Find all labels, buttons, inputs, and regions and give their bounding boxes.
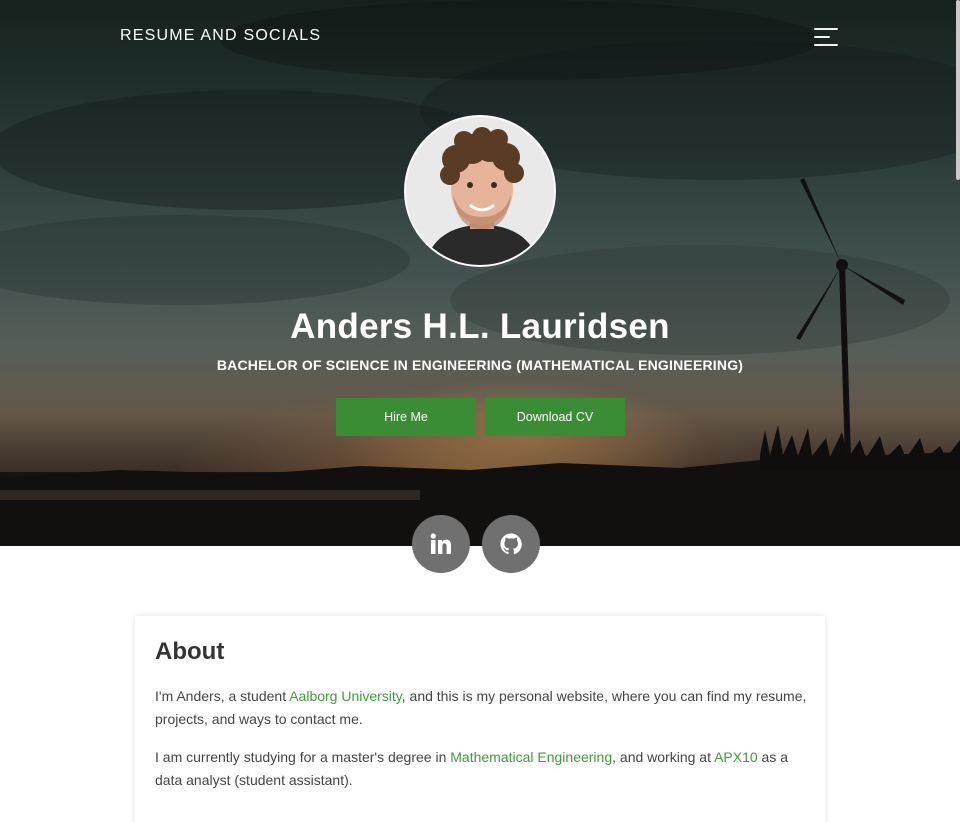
scrollbar-thumb[interactable] bbox=[956, 0, 960, 180]
apx10-link[interactable]: APX10 bbox=[714, 749, 758, 765]
profile-photo bbox=[406, 117, 554, 265]
github-icon bbox=[500, 533, 522, 555]
profile-avatar bbox=[404, 115, 556, 267]
hamburger-line bbox=[814, 36, 830, 38]
about-heading: About bbox=[155, 638, 225, 665]
text: , and working at bbox=[612, 749, 715, 765]
site-brand[interactable]: RESUME AND SOCIALS bbox=[120, 27, 321, 45]
linkedin-icon bbox=[430, 533, 451, 554]
download-cv-button[interactable]: Download CV bbox=[485, 398, 625, 436]
about-card: About I'm Anders, a student Aalborg Univ… bbox=[135, 616, 825, 822]
about-paragraph-2: I am currently studying for a master's d… bbox=[155, 746, 810, 792]
hamburger-line bbox=[814, 44, 838, 46]
about-paragraph-1: I'm Anders, a student Aalborg University… bbox=[155, 685, 810, 731]
mathematical-engineering-link[interactable]: Mathematical Engineering bbox=[450, 749, 612, 765]
text: I am currently studying for a master's d… bbox=[155, 749, 451, 765]
hero-banner: RESUME AND SOCIALS Anders H.L. Lauridsen… bbox=[0, 0, 960, 546]
degree-subtitle: BACHELOR OF SCIENCE IN ENGINEERING (MATH… bbox=[216, 357, 744, 373]
text: I'm Anders, a student bbox=[155, 688, 290, 704]
aalborg-university-link[interactable]: Aalborg University bbox=[289, 688, 402, 704]
menu-toggle-button[interactable] bbox=[814, 27, 840, 49]
page-title: Anders H.L. Lauridsen bbox=[290, 307, 670, 346]
github-button[interactable] bbox=[482, 515, 540, 573]
linkedin-button[interactable] bbox=[412, 515, 470, 573]
hero-overlay bbox=[0, 0, 960, 546]
hire-me-button[interactable]: Hire Me bbox=[336, 398, 476, 436]
hamburger-menu-icon bbox=[814, 28, 838, 30]
